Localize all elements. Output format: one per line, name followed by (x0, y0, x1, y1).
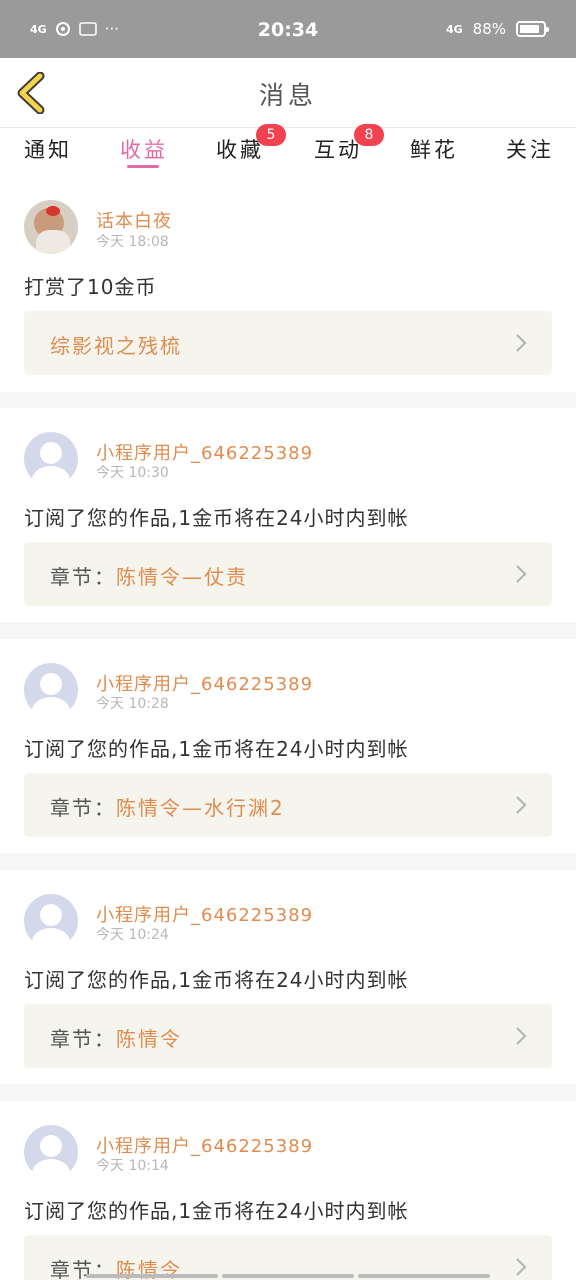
avatar[interactable] (24, 432, 78, 486)
avatar[interactable] (24, 1125, 78, 1179)
tab-label: 收藏 (216, 138, 264, 162)
chevron-right-icon (516, 334, 527, 352)
chevron-right-icon (516, 1027, 527, 1045)
tab-favorites[interactable]: 收藏 5 (216, 124, 286, 164)
user-name[interactable]: 话本白夜 (96, 207, 172, 233)
message-time: 今天 18:08 (96, 234, 169, 250)
avatar[interactable] (24, 663, 78, 717)
message-card: 小程序用户_646225389 今天 10:24 订阅了您的作品,1金币将在24… (0, 870, 576, 1084)
tab-label: 通知 (24, 138, 72, 162)
message-time: 今天 10:24 (96, 927, 169, 943)
link-label: 章节： (50, 565, 116, 589)
message-text: 订阅了您的作品,1金币将在24小时内到帐 (24, 1199, 409, 1223)
work-link[interactable]: 综影视之残梳 (24, 311, 552, 375)
chevron-right-icon (516, 796, 527, 814)
chapter-link[interactable]: 章节：陈情令—仗责 (24, 542, 552, 606)
tab-flowers[interactable]: 鲜花 (410, 134, 458, 164)
battery-percent: 88% (472, 20, 506, 38)
page-title: 消息 (258, 81, 317, 110)
message-text: 订阅了您的作品,1金币将在24小时内到帐 (24, 506, 409, 530)
message-card: 话本白夜 今天 18:08 打赏了10金币 综影视之残梳 (0, 180, 576, 392)
tab-label: 互动 (314, 138, 362, 162)
message-card: 小程序用户_646225389 今天 10:14 订阅了您的作品,1金币将在24… (0, 1101, 576, 1280)
message-card: 小程序用户_646225389 今天 10:30 订阅了您的作品,1金币将在24… (0, 408, 576, 622)
unread-badge: 5 (256, 124, 286, 146)
chevron-right-icon (516, 565, 527, 583)
message-text: 订阅了您的作品,1金币将在24小时内到帐 (24, 968, 409, 992)
status-right: 4G 88% (445, 20, 549, 38)
tab-income[interactable]: 收益 (120, 134, 168, 164)
message-text: 打赏了10金币 (24, 275, 157, 299)
link-value: 陈情令 (116, 1027, 182, 1051)
nav-bar: 消息 (0, 58, 576, 128)
tab-label: 收益 (120, 138, 168, 162)
message-card: 小程序用户_646225389 今天 10:28 订阅了您的作品,1金币将在24… (0, 639, 576, 853)
tab-bar: 通知 收益 收藏 5 互动 8 鲜花 关注 (0, 124, 576, 180)
avatar[interactable] (24, 200, 78, 254)
link-label: 章节： (50, 1027, 116, 1051)
link-value: 陈情令—水行渊2 (116, 796, 285, 820)
link-value: 综影视之残梳 (50, 334, 182, 358)
tab-label: 鲜花 (410, 138, 458, 162)
battery-fill (520, 25, 540, 33)
tab-label: 关注 (506, 138, 554, 162)
battery-icon (516, 21, 549, 37)
chapter-link[interactable]: 章节：陈情令—水行渊2 (24, 773, 552, 837)
message-time: 今天 10:30 (96, 465, 169, 481)
avatar[interactable] (24, 894, 78, 948)
active-tab-indicator (127, 165, 159, 168)
tab-follow[interactable]: 关注 (506, 134, 554, 164)
chevron-right-icon (516, 1258, 527, 1276)
network-icon: 4G (445, 22, 463, 36)
tab-interaction[interactable]: 互动 8 (314, 124, 384, 164)
link-label: 章节： (50, 796, 116, 820)
unread-badge: 8 (354, 124, 384, 146)
message-time: 今天 10:14 (96, 1158, 169, 1174)
status-bar: 4G ··· 20:34 4G 88% (0, 0, 576, 58)
chapter-link[interactable]: 章节：陈情令 (24, 1004, 552, 1068)
home-indicator (86, 1274, 490, 1278)
message-time: 今天 10:28 (96, 696, 169, 712)
message-text: 订阅了您的作品,1金币将在24小时内到帐 (24, 737, 409, 761)
link-value: 陈情令—仗责 (116, 565, 248, 589)
tab-notice[interactable]: 通知 (24, 134, 72, 164)
